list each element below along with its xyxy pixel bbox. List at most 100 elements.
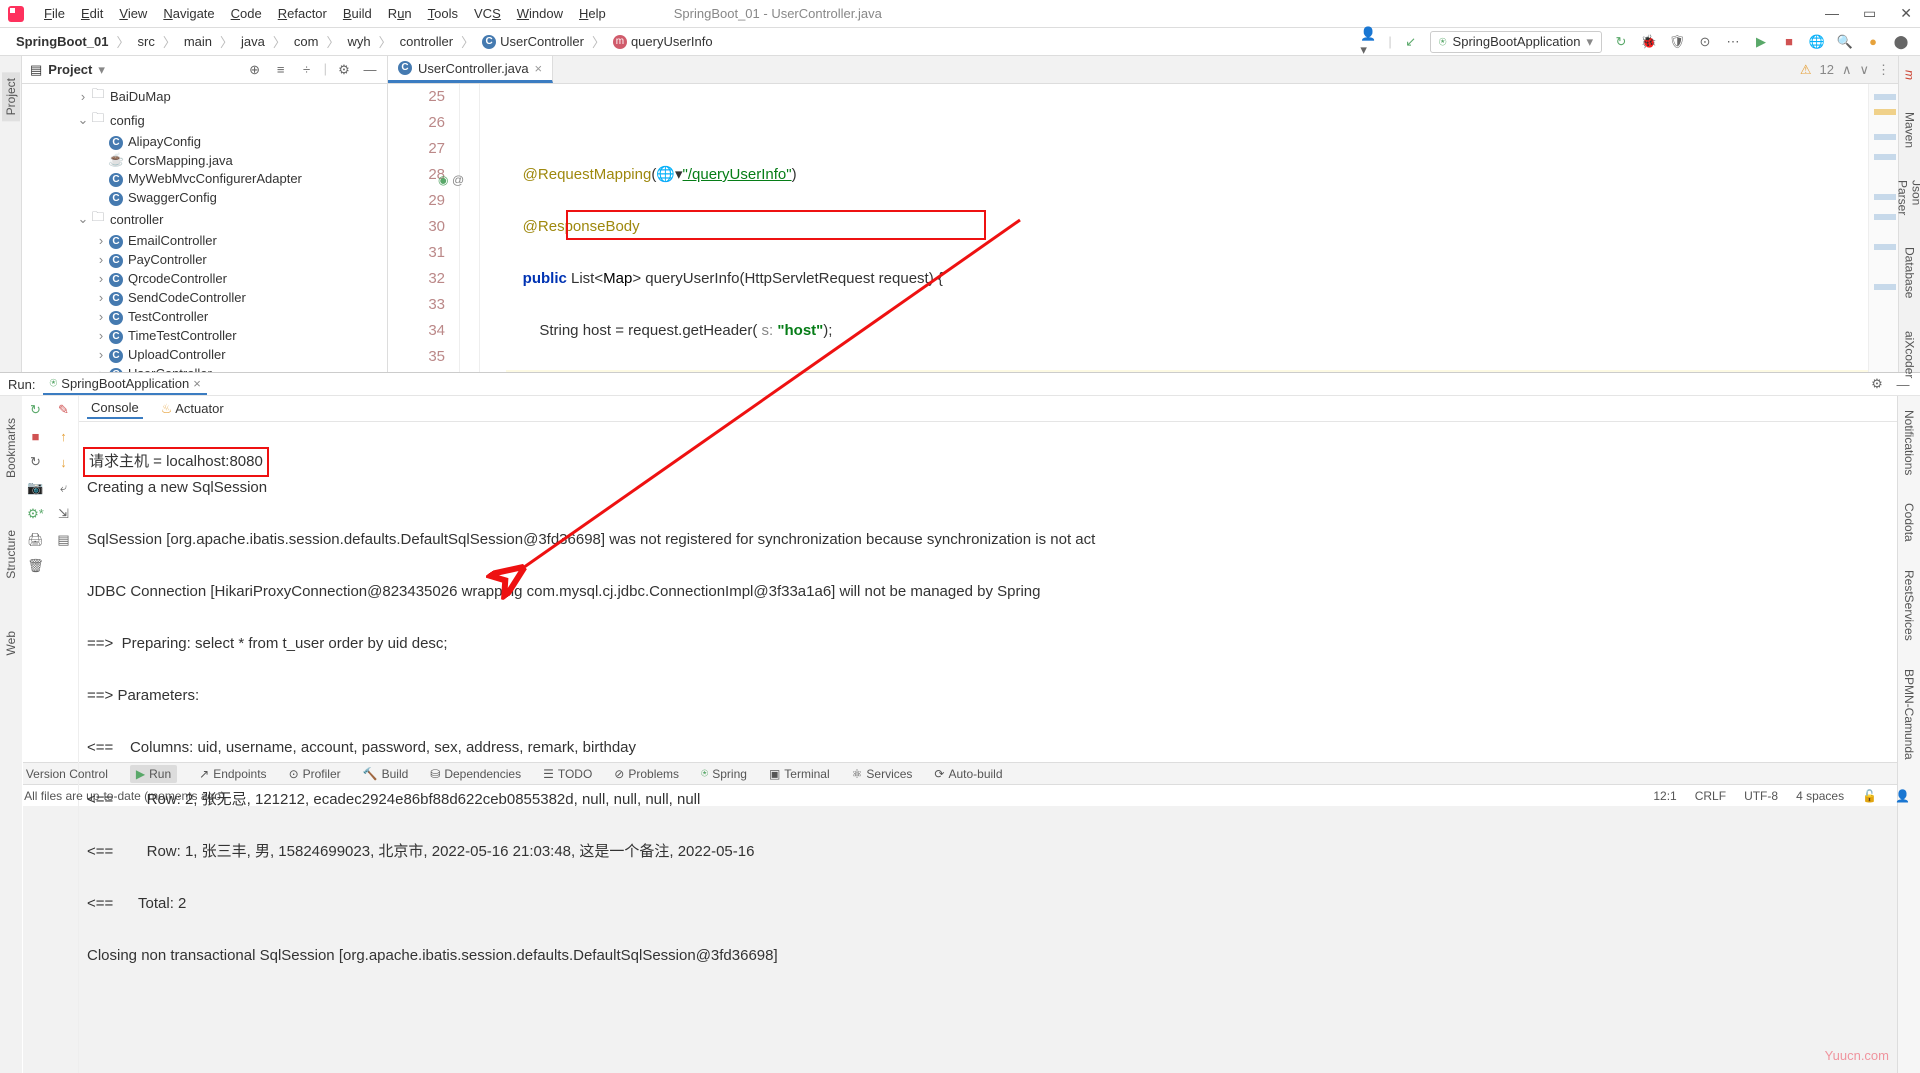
print-icon[interactable]: 🖨: [26, 530, 46, 550]
menu-navigate[interactable]: Navigate: [155, 6, 222, 21]
restart-icon[interactable]: ↻: [26, 452, 46, 472]
tree-item[interactable]: CMyWebMvcConfigurerAdapter: [22, 169, 387, 188]
line-number[interactable]: 31: [388, 240, 445, 266]
menu-edit[interactable]: Edit: [73, 6, 111, 21]
collapse-all-icon[interactable]: ÷: [298, 61, 316, 79]
line-number[interactable]: 26: [388, 110, 445, 136]
minimize-icon[interactable]: —: [1825, 5, 1839, 22]
left-rail-bookmarks[interactable]: Bookmarks: [2, 412, 20, 484]
hammer-icon[interactable]: ↙: [1402, 33, 1420, 51]
debug-icon[interactable]: 🐞: [1640, 33, 1658, 51]
menu-build[interactable]: Build: [335, 6, 380, 21]
line-number[interactable]: 27: [388, 136, 445, 162]
locate-icon[interactable]: ⊕: [246, 61, 264, 79]
run-coverage-icon[interactable]: 🛡: [1668, 33, 1686, 51]
gear-icon[interactable]: ⚙: [335, 61, 353, 79]
edit-toggles-icon[interactable]: ✎: [54, 400, 74, 420]
code-with-me-icon[interactable]: 👤▾: [1360, 33, 1378, 51]
breadcrumb[interactable]: main: [178, 34, 218, 49]
tree-item[interactable]: ☕CorsMapping.java: [22, 151, 387, 169]
stop-button[interactable]: ■: [26, 426, 46, 446]
maximize-icon[interactable]: ▭: [1863, 5, 1876, 22]
tree-item[interactable]: ›CUserController: [22, 364, 387, 372]
update-icon[interactable]: ●: [1864, 33, 1882, 51]
rerun-button[interactable]: ↻: [26, 400, 46, 420]
tree-item[interactable]: ›CPayController: [22, 250, 387, 269]
nav-prev-icon[interactable]: ∧: [1842, 62, 1852, 78]
right-rail-notifications[interactable]: Notifications: [1900, 406, 1918, 479]
inspection-icon[interactable]: 👤: [1895, 789, 1910, 803]
hide-run-panel-icon[interactable]: —: [1894, 375, 1912, 393]
minimap[interactable]: [1868, 84, 1898, 372]
tree-arrow-icon[interactable]: ›: [94, 290, 108, 305]
tree-item[interactable]: ›🗀BaiDuMap: [22, 84, 387, 108]
trash-icon[interactable]: 🗑: [26, 556, 46, 576]
tree-item[interactable]: ›CTestController: [22, 307, 387, 326]
camera-icon[interactable]: 📷: [26, 478, 46, 498]
stop-icon[interactable]: ■: [1780, 33, 1798, 51]
tree-arrow-icon[interactable]: ›: [94, 366, 108, 372]
line-number[interactable]: 30: [388, 214, 445, 240]
hide-panel-icon[interactable]: —: [361, 61, 379, 79]
avatar-icon[interactable]: ⬤: [1892, 33, 1910, 51]
line-number[interactable]: 35: [388, 344, 445, 370]
search-icon[interactable]: 🔍: [1836, 33, 1854, 51]
left-rail-web[interactable]: Web: [2, 625, 20, 661]
left-rail-project[interactable]: Project: [2, 72, 20, 121]
breadcrumb[interactable]: src: [131, 34, 160, 49]
line-number[interactable]: 32: [388, 266, 445, 292]
tree-item[interactable]: ›CTimeTestController: [22, 326, 387, 345]
layout-icon[interactable]: ▤: [54, 530, 74, 550]
line-number[interactable]: 33: [388, 292, 445, 318]
tree-arrow-icon[interactable]: ⌄: [76, 211, 90, 227]
menu-vcs[interactable]: VCS: [466, 6, 509, 21]
override-icon[interactable]: @: [452, 167, 464, 193]
nav-next-icon[interactable]: ∨: [1859, 62, 1869, 78]
menu-file[interactable]: File: [36, 6, 73, 21]
menu-view[interactable]: View: [111, 6, 155, 21]
actuator-tab[interactable]: ♨ Actuator: [157, 399, 228, 419]
breadcrumb[interactable]: wyh: [342, 34, 377, 49]
run-icon[interactable]: ▶: [1752, 33, 1770, 51]
tree-arrow-icon[interactable]: ›: [94, 347, 108, 362]
tree-arrow-icon[interactable]: ›: [94, 233, 108, 248]
up-icon[interactable]: ↑: [54, 426, 74, 446]
console-tab[interactable]: Console: [87, 398, 143, 419]
tree-arrow-icon[interactable]: ⌄: [76, 112, 90, 128]
right-rail-maven-label[interactable]: Maven: [1901, 106, 1919, 154]
right-rail-bpmn[interactable]: BPMN-Camunda: [1900, 665, 1918, 764]
tree-arrow-icon[interactable]: ›: [94, 271, 108, 286]
tree-item[interactable]: ›CUploadController: [22, 345, 387, 364]
tree-item[interactable]: ›CEmailController: [22, 231, 387, 250]
warning-icon[interactable]: ⚠: [1800, 62, 1812, 78]
tree-item[interactable]: CAlipayConfig: [22, 132, 387, 151]
line-number[interactable]: 25: [388, 84, 445, 110]
tree-item[interactable]: ⌄🗀config: [22, 108, 387, 132]
run-config-selector[interactable]: ⍟ SpringBootApplication ▾: [1430, 31, 1602, 53]
line-number[interactable]: 29: [388, 188, 445, 214]
editor-more-icon[interactable]: ⋮: [1877, 62, 1890, 78]
menu-window[interactable]: Window: [509, 6, 571, 21]
tree-arrow-icon[interactable]: ›: [76, 89, 90, 104]
more-run-icon[interactable]: ⋯: [1724, 33, 1742, 51]
close-icon[interactable]: ✕: [1900, 5, 1912, 22]
close-run-tab-icon[interactable]: ×: [193, 376, 201, 391]
right-rail-rest[interactable]: RestServices: [1900, 566, 1918, 645]
run-tab[interactable]: ⍟SpringBootApplication ×: [43, 373, 206, 395]
menu-refactor[interactable]: Refactor: [270, 6, 335, 21]
tree-item[interactable]: ›CQrcodeController: [22, 269, 387, 288]
console-output[interactable]: 请求主机 = localhost:8080 Creating a new Sql…: [79, 422, 1897, 1073]
left-rail-structure[interactable]: Structure: [2, 524, 20, 585]
menu-run[interactable]: Run: [380, 6, 420, 21]
run-settings-icon[interactable]: ⚙*: [26, 504, 46, 524]
breadcrumb[interactable]: java: [235, 34, 271, 49]
line-number[interactable]: 28◉@: [388, 162, 445, 188]
breadcrumb[interactable]: controller: [394, 34, 459, 49]
menu-code[interactable]: Code: [223, 6, 270, 21]
line-number[interactable]: 34: [388, 318, 445, 344]
tree-item[interactable]: ›CSendCodeController: [22, 288, 387, 307]
menu-tools[interactable]: Tools: [420, 6, 466, 21]
right-rail-codota[interactable]: Codota: [1900, 499, 1918, 546]
profiler-icon[interactable]: ⊙: [1696, 33, 1714, 51]
scroll-icon[interactable]: ⇲: [54, 504, 74, 524]
